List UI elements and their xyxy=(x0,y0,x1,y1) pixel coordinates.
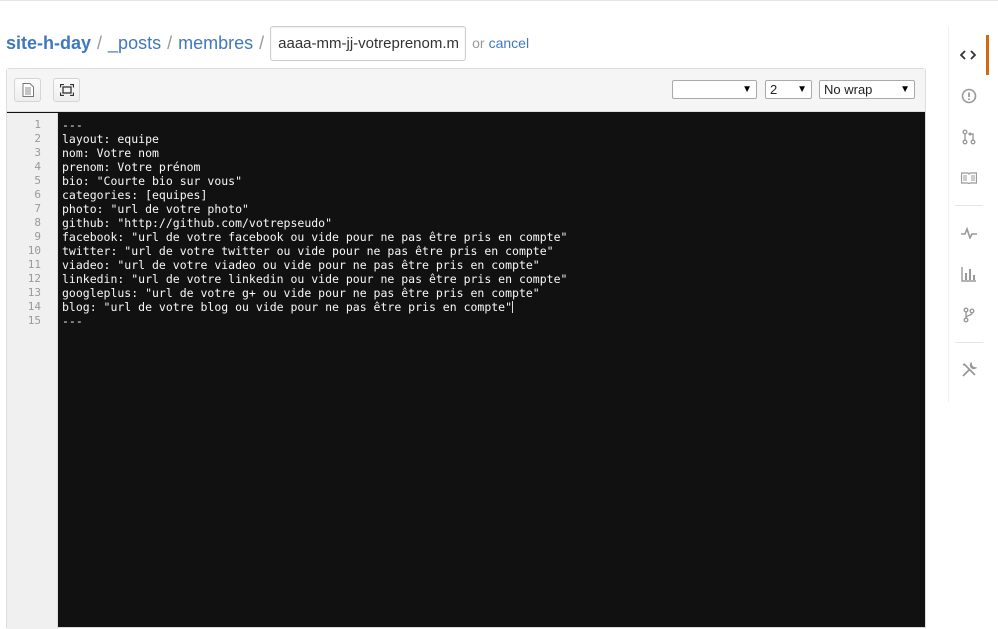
nav-graphs[interactable] xyxy=(949,254,989,294)
nav-code[interactable] xyxy=(949,35,989,75)
filename-input[interactable] xyxy=(270,25,467,61)
code-line: categories: [equipes] xyxy=(62,188,208,202)
dropdown-arrow-icon: ▼ xyxy=(900,84,910,95)
editor-toolbar: ▼ 2 ▼ No wrap ▼ xyxy=(7,69,925,112)
code-icon xyxy=(959,50,976,60)
text-cursor xyxy=(512,301,514,313)
graph-icon xyxy=(961,267,976,282)
nav-issues[interactable] xyxy=(949,76,989,116)
code-line: photo: "url de votre photo" xyxy=(62,202,249,216)
breadcrumb: site-h-day / _posts / membres / or cance… xyxy=(6,25,529,61)
code-line: viadeo: "url de votre viadeo ou vide pou… xyxy=(62,258,540,272)
line-number: 11 xyxy=(27,258,41,271)
nav-pull-requests[interactable] xyxy=(949,117,989,157)
line-number: 4 xyxy=(34,160,41,173)
file-view-button[interactable] xyxy=(14,78,41,102)
code-line: prenom: Votre prénom xyxy=(62,160,201,174)
code-line: facebook: "url de votre facebook ou vide… xyxy=(62,230,568,244)
fullscreen-button[interactable] xyxy=(53,78,80,102)
nav-settings[interactable] xyxy=(949,350,989,390)
breadcrumb-separator: / xyxy=(167,32,173,53)
code-line: twitter: "url de votre twitter ou vide p… xyxy=(62,244,554,258)
network-icon xyxy=(963,307,975,323)
nav-pulse[interactable] xyxy=(949,213,989,253)
breadcrumb-posts-link[interactable]: _posts xyxy=(108,33,161,54)
code-line: bio: "Courte bio sur vous" xyxy=(62,174,243,188)
pulse-icon xyxy=(961,227,977,239)
or-text: or xyxy=(472,35,485,51)
pull-request-icon xyxy=(962,129,976,145)
sidebar-divider xyxy=(955,342,983,343)
line-number-gutter: 1 2 3 4 5 6 7 8 9 10 11 12 13 14 15 xyxy=(7,113,58,629)
line-number: 13 xyxy=(27,286,41,299)
line-number: 10 xyxy=(27,244,41,257)
indent-mode-select[interactable]: ▼ xyxy=(672,80,757,99)
line-number: 5 xyxy=(34,174,41,187)
code-line-cursor-line: blog: "url de votre blog ou vide pour ne… xyxy=(62,300,925,314)
line-number: 14 xyxy=(27,300,41,313)
issues-icon xyxy=(961,88,977,104)
code-editor: ▼ 2 ▼ No wrap ▼ 1 2 3 4 5 6 7 8 9 10 11 … xyxy=(6,68,926,629)
breadcrumb-separator: / xyxy=(259,32,265,53)
document-icon xyxy=(22,83,34,97)
sidebar-divider xyxy=(955,205,983,206)
line-number: 2 xyxy=(34,132,41,145)
indent-size-select[interactable]: 2 ▼ xyxy=(765,80,812,99)
line-number: 15 xyxy=(27,314,41,327)
line-number: 6 xyxy=(34,188,41,201)
breadcrumb-membres-link[interactable]: membres xyxy=(178,33,253,54)
nav-network[interactable] xyxy=(949,295,989,335)
indent-size-value: 2 xyxy=(770,82,778,97)
cancel-link[interactable]: cancel xyxy=(489,35,529,51)
dropdown-arrow-icon: ▼ xyxy=(797,84,807,95)
dropdown-arrow-icon: ▼ xyxy=(742,84,752,95)
breadcrumb-repo-link[interactable]: site-h-day xyxy=(6,33,91,54)
line-number: 12 xyxy=(27,272,41,285)
wrap-mode-select[interactable]: No wrap ▼ xyxy=(819,80,915,99)
code-line: googleplus: "url de votre g+ ou vide pou… xyxy=(62,286,540,300)
fullscreen-icon xyxy=(59,84,74,96)
nav-wiki[interactable] xyxy=(949,158,989,198)
settings-icon xyxy=(962,362,977,377)
line-number: 3 xyxy=(34,146,41,159)
code-line: layout: equipe xyxy=(62,132,159,146)
line-number: 8 xyxy=(34,216,41,229)
line-number: 1 xyxy=(34,118,41,131)
wrap-mode-value: No wrap xyxy=(824,82,873,97)
breadcrumb-separator: / xyxy=(97,32,103,53)
code-line: --- xyxy=(62,314,83,328)
code-line: --- xyxy=(62,118,83,132)
code-text-area[interactable]: --- layout: equipe nom: Votre nom prenom… xyxy=(62,113,925,629)
top-border xyxy=(0,0,998,1)
line-number: 7 xyxy=(34,202,41,215)
code-line: nom: Votre nom xyxy=(62,146,159,160)
line-number: 9 xyxy=(34,230,41,243)
code-line: github: "http://github.com/votrepseudo" xyxy=(62,216,333,230)
code-line: linkedin: "url de votre linkedin ou vide… xyxy=(62,272,568,286)
code-line: blog: "url de votre blog ou vide pour ne… xyxy=(62,300,513,314)
wiki-icon xyxy=(961,172,977,184)
repo-nav-sidebar xyxy=(948,27,989,402)
